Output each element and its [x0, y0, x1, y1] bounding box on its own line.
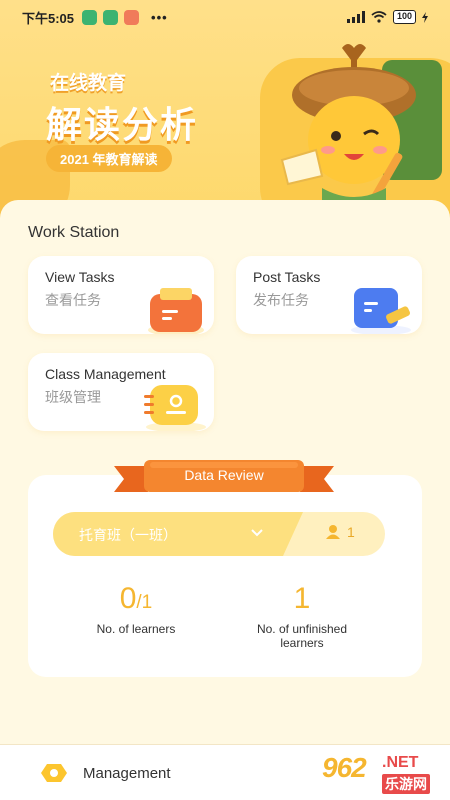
- bottom-nav: Management 962 .NET 乐游网: [0, 744, 450, 800]
- member-count: 1: [325, 524, 355, 540]
- learners-label: No. of learners: [96, 622, 176, 636]
- note-pencil-icon: [351, 288, 411, 334]
- charging-icon: [422, 11, 428, 23]
- view-tasks-card[interactable]: View Tasks 查看任务: [28, 256, 214, 334]
- post-tasks-title: Post Tasks: [253, 269, 321, 285]
- more-notifications-icon: •••: [151, 9, 168, 25]
- chevron-down-icon[interactable]: [251, 528, 263, 538]
- management-icon[interactable]: [40, 763, 68, 783]
- post-tasks-card[interactable]: Post Tasks 发布任务: [236, 256, 422, 334]
- class-management-card[interactable]: Class Management 班级管理: [28, 353, 214, 431]
- notification-app-icon: [82, 9, 98, 25]
- data-review-ribbon: Data Review: [114, 458, 334, 498]
- class-name: 托育班（一班）: [79, 527, 177, 543]
- battery-icon: 100: [392, 10, 416, 24]
- notification-app-icon: [103, 9, 119, 25]
- banner-subtitle: 在线教育: [50, 73, 127, 94]
- status-time: 下午5:05: [22, 10, 75, 26]
- header-banner: 在线教育 解读分析 2021 年教育解读: [0, 0, 450, 230]
- class-selector[interactable]: 托育班（一班） 1: [53, 512, 385, 556]
- view-tasks-subtitle: 查看任务: [45, 292, 101, 308]
- class-management-title: Class Management: [45, 366, 166, 382]
- view-tasks-title: View Tasks: [45, 269, 115, 285]
- class-management-subtitle: 班级管理: [45, 389, 101, 405]
- watermark-cn: 乐游网: [382, 774, 430, 794]
- management-nav-label[interactable]: Management: [83, 765, 171, 782]
- wifi-icon: [371, 11, 387, 23]
- learners-stat: 0/1 No. of learners: [66, 582, 206, 636]
- post-tasks-subtitle: 发布任务: [253, 292, 309, 308]
- data-review-title: Data Review: [184, 467, 264, 483]
- banner-year-pill: 2021 年教育解读: [46, 145, 172, 172]
- learners-total: /1: [136, 592, 153, 613]
- banner-title: 解读分析: [46, 104, 199, 145]
- work-station-title: Work Station: [28, 224, 120, 241]
- site-watermark: 962 .NET 乐游网: [300, 752, 440, 794]
- notification-app-icon: [124, 9, 140, 25]
- learners-value: 0: [119, 582, 137, 615]
- acorn-mascot-illustration: [280, 44, 442, 208]
- watermark-number: 962: [322, 752, 367, 783]
- notebook-icon: [144, 385, 206, 431]
- status-bar: 下午5:05 ••• 100: [0, 0, 450, 34]
- clipboard-icon: [148, 288, 204, 334]
- unfinished-value: 1: [293, 582, 311, 615]
- watermark-net: .NET: [382, 754, 419, 771]
- signal-icon: [346, 11, 365, 23]
- unfinished-learners-stat: 1 No. of unfinished learners: [238, 582, 366, 650]
- person-icon: [326, 525, 340, 539]
- unfinished-label: No. of unfinished learners: [256, 622, 348, 650]
- member-count-value: 1: [347, 524, 355, 540]
